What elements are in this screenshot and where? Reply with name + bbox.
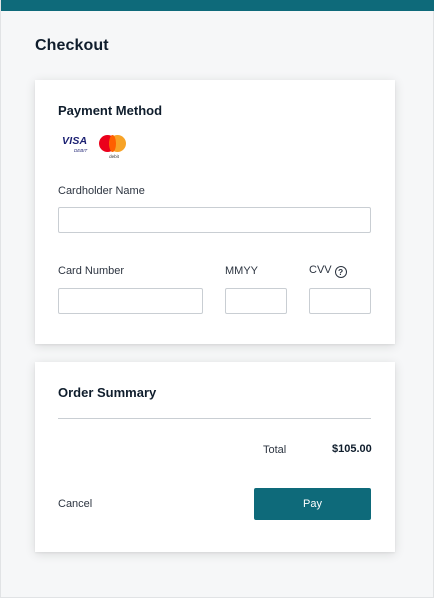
summary-divider xyxy=(58,418,371,419)
page-title: Checkout xyxy=(35,37,109,54)
visa-wordmark: VISA xyxy=(62,135,88,147)
expiry-input[interactable] xyxy=(225,288,287,314)
cardholder-name-input[interactable] xyxy=(58,207,371,233)
total-value: $105.00 xyxy=(332,443,372,455)
payment-method-title: Payment Method xyxy=(58,103,163,118)
checkout-page: Checkout Payment Method VISA DEBIT debit… xyxy=(0,0,434,598)
mastercard-debit-logo: debit xyxy=(97,134,131,162)
accepted-cards: VISA DEBIT debit xyxy=(62,134,132,162)
total-label: Total xyxy=(263,444,287,456)
cvv-label: CVV xyxy=(309,264,332,276)
cancel-link[interactable]: Cancel xyxy=(58,498,92,510)
mastercard-overlap xyxy=(109,135,116,152)
card-number-label: Card Number xyxy=(58,265,125,277)
pay-button[interactable]: Pay xyxy=(254,488,371,520)
visa-debit-logo: VISA DEBIT xyxy=(62,136,87,154)
visa-debit-label: DEBIT xyxy=(74,148,88,153)
order-summary-title: Order Summary xyxy=(58,385,157,400)
top-accent-bar xyxy=(1,0,434,11)
cvv-input[interactable] xyxy=(309,288,371,314)
expiry-label: MMYY xyxy=(225,265,258,277)
order-summary-card: Order Summary Total $105.00 Cancel Pay xyxy=(35,362,395,552)
cvv-label-group: CVV? xyxy=(309,264,347,278)
payment-method-card: Payment Method VISA DEBIT debit Cardhold… xyxy=(35,80,395,344)
card-number-input[interactable] xyxy=(58,288,203,314)
cardholder-name-label: Cardholder Name xyxy=(58,185,145,197)
mastercard-debit-label: debit xyxy=(109,154,119,159)
question-circle-icon[interactable]: ? xyxy=(334,266,347,278)
